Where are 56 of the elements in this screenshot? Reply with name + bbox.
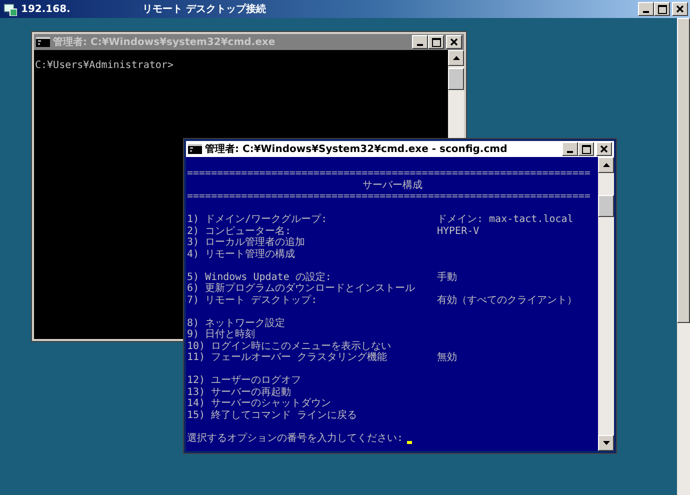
separator-line: ===================================================================: [187, 191, 590, 204]
close-icon: [450, 38, 458, 46]
down-arrow-icon: [602, 441, 610, 445]
cursor-icon: [407, 440, 412, 444]
maximize-button[interactable]: [654, 2, 670, 16]
close-button[interactable]: [446, 35, 462, 49]
scroll-up-button[interactable]: [448, 50, 464, 66]
console-icon: [36, 37, 50, 47]
menu-option: 8) ネットワーク設定: [187, 318, 437, 330]
menu-option: 14) サーバーのシャットダウン: [187, 398, 437, 410]
option-value: 有効（すべてのクライアント）: [437, 294, 577, 307]
menu-option: 6) 更新プログラムのダウンロードとインストール: [187, 283, 437, 296]
window-title: 管理者: C:¥Windows¥System32¥cmd.exe - sconfig.cmd: [205, 142, 508, 156]
scrollbar-thumb[interactable]: [677, 18, 690, 323]
menu-option: 11) フェールオーバー クラスタリング機能: [187, 352, 437, 364]
menu-option: 2) コンピューター名:: [187, 226, 437, 238]
menu-option: 7) リモート デスクトップ:: [187, 294, 437, 307]
minimize-button[interactable]: [562, 142, 578, 156]
minimize-button[interactable]: [412, 35, 428, 49]
menu-option: 3) ローカル管理者の追加: [187, 237, 437, 250]
option-value: HYPER-V: [437, 226, 480, 238]
close-icon: [600, 145, 608, 153]
close-icon: [676, 5, 684, 13]
maximize-icon: [432, 38, 440, 46]
option-value: 無効: [437, 352, 457, 364]
scroll-up-button[interactable]: [598, 157, 614, 173]
window-title: リモート デスクトップ接続: [142, 2, 266, 16]
close-button[interactable]: [672, 2, 688, 16]
maximize-button[interactable]: [578, 142, 594, 156]
minimize-button[interactable]: [638, 2, 654, 16]
menu-option: 10) ログイン時にこのメニューを表示しない: [187, 340, 437, 353]
input-prompt: 選択するオプションの番号を入力してください:: [187, 432, 404, 445]
menu-option: 1) ドメイン/ワークグループ:: [187, 214, 437, 226]
maximize-button[interactable]: [428, 35, 444, 49]
scrollbar-thumb[interactable]: [598, 195, 614, 217]
separator-line: ===================================================================: [187, 168, 590, 180]
maximize-icon: [658, 4, 666, 14]
ip-address: 192.168.: [21, 4, 70, 14]
menu-option: 4) リモート管理の構成: [187, 248, 437, 261]
option-value: ドメイン: max-tact.local: [437, 214, 574, 226]
menu-option: 15) 終了してコマンド ラインに戻る: [187, 410, 437, 422]
window-title: 管理者: C:¥Windows¥system32¥cmd.exe: [53, 36, 276, 49]
up-arrow-icon: [452, 56, 460, 60]
maximize-icon: [582, 144, 590, 154]
command-prompt: C:¥Users¥Administrator>: [35, 60, 174, 72]
option-value: 手動: [437, 272, 457, 284]
scrollbar-thumb[interactable]: [448, 68, 464, 90]
menu-option: 9) 日付と時刻: [187, 329, 437, 342]
menu-option: 5) Windows Update の設定:: [187, 272, 437, 284]
monitor-icon: [3, 2, 17, 16]
menu-option: 13) サーバーの再起動: [187, 386, 437, 399]
menu-heading: サーバー構成: [362, 180, 422, 192]
menu-option: 12) ユーザーのログオフ: [187, 375, 437, 388]
scroll-down-button[interactable]: [598, 435, 614, 451]
close-button[interactable]: [596, 142, 612, 156]
up-arrow-icon: [602, 163, 610, 167]
